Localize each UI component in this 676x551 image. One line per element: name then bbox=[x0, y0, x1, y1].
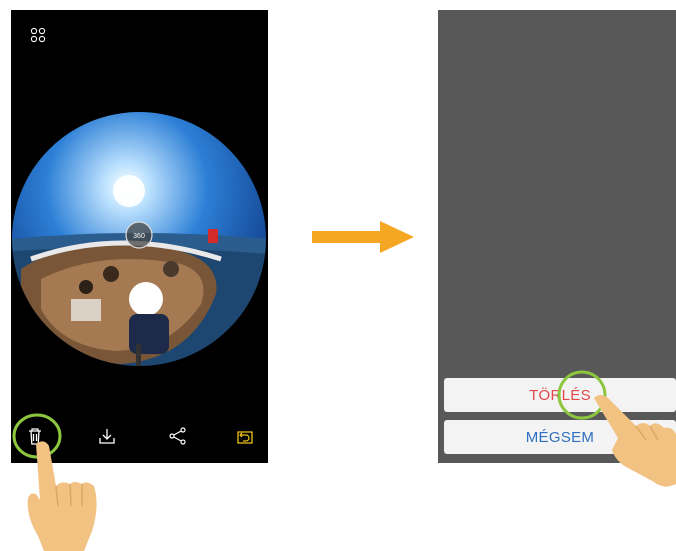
photo-toolbar bbox=[11, 410, 268, 463]
restore-icon[interactable] bbox=[233, 424, 257, 448]
fisheye-photo[interactable]: 360 bbox=[11, 109, 268, 369]
gallery-screen: 360 bbox=[11, 10, 268, 463]
360-badge[interactable]: 360 bbox=[125, 221, 153, 249]
download-icon[interactable] bbox=[95, 424, 119, 448]
trash-icon[interactable] bbox=[23, 424, 47, 448]
delete-button[interactable]: TÖRLÉS bbox=[444, 378, 676, 412]
arrow-right-icon bbox=[312, 221, 414, 253]
cancel-button[interactable]: MÉGSEM bbox=[444, 420, 676, 454]
delete-dialog-screen: TÖRLÉS MÉGSEM bbox=[438, 10, 676, 463]
grid-view-icon[interactable] bbox=[30, 27, 46, 43]
svg-text:360: 360 bbox=[133, 233, 145, 240]
share-icon[interactable] bbox=[166, 424, 190, 448]
